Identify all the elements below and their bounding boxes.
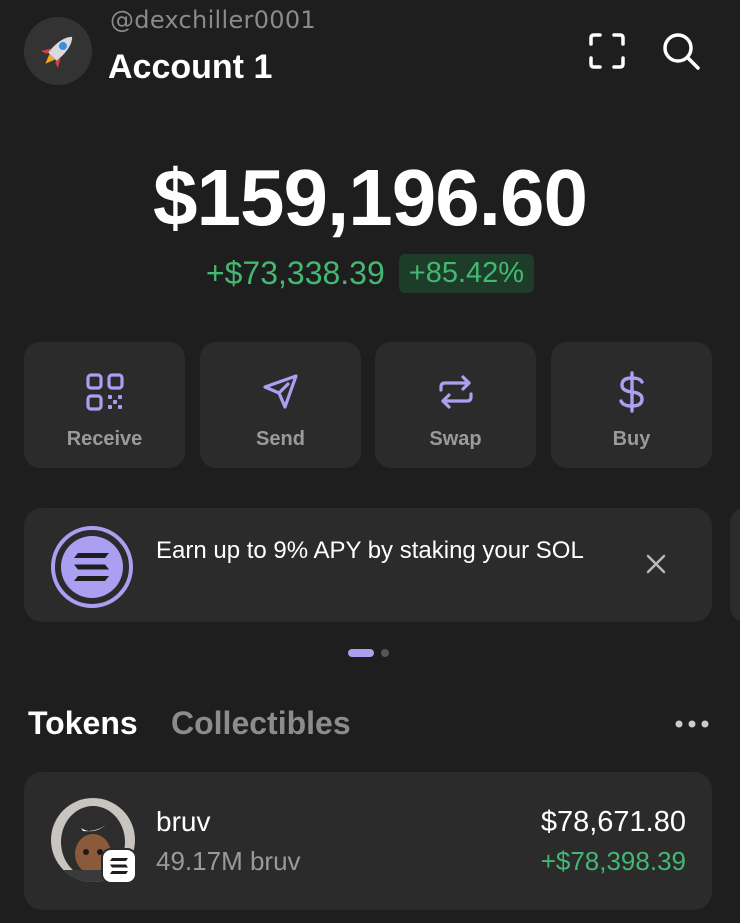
solana-badge-icon <box>101 848 137 884</box>
action-buttons: Receive Send Swap Buy <box>24 342 712 468</box>
swap-icon <box>438 375 473 409</box>
promo-text: Earn up to 9% APY by staking your SOL <box>156 537 584 564</box>
token-change: +$78,398.39 <box>540 846 686 876</box>
search-icon[interactable] <box>660 30 702 72</box>
qr-code-icon <box>85 373 124 411</box>
balance-change-percent-badge: +85.42% <box>398 254 535 293</box>
promo-pager <box>348 649 389 657</box>
dollar-icon <box>618 371 644 413</box>
buy-label: Buy <box>612 428 651 450</box>
close-icon[interactable] <box>644 552 668 576</box>
token-value: $78,671.80 <box>540 806 686 838</box>
send-label: Send <box>256 428 305 450</box>
pager-dot-active[interactable] <box>348 649 374 657</box>
tab-tokens[interactable]: Tokens <box>28 705 138 742</box>
account-avatar[interactable] <box>24 17 92 85</box>
receive-button[interactable]: Receive <box>24 342 185 468</box>
account-name[interactable]: Account 1 <box>108 48 272 87</box>
tab-collectibles[interactable]: Collectibles <box>171 705 351 742</box>
receive-label: Receive <box>66 428 143 450</box>
swap-button[interactable]: Swap <box>375 342 536 468</box>
balance-change-amount: +$73,338.39 <box>205 255 385 291</box>
buy-button[interactable]: Buy <box>551 342 712 468</box>
wallet-home-screen: @dexchiller0001 Account 1 $159,196.60 +$… <box>0 0 740 923</box>
token-row[interactable]: bruv 49.17M bruv $78,671.80 +$78,398.39 <box>24 772 712 910</box>
total-balance: $159,196.60 <box>153 153 588 242</box>
send-icon <box>262 374 298 409</box>
next-promo-card-peek[interactable] <box>730 508 740 622</box>
send-button[interactable]: Send <box>200 342 361 468</box>
more-options-icon[interactable] <box>674 716 710 732</box>
solana-logo-icon <box>51 526 133 608</box>
scan-icon[interactable] <box>588 32 626 70</box>
watermark-text: @dexchiller0001 <box>110 6 316 34</box>
token-amount: 49.17M bruv <box>156 846 301 876</box>
swap-label: Swap <box>429 428 482 450</box>
token-avatar <box>51 798 137 884</box>
token-name: bruv <box>156 806 211 837</box>
staking-promo-card[interactable]: Earn up to 9% APY by staking your SOL <box>24 508 712 622</box>
rocket-icon <box>24 17 92 85</box>
pager-dot[interactable] <box>381 649 389 657</box>
balance-change-row: +$73,338.39 +85.42% <box>0 254 740 293</box>
